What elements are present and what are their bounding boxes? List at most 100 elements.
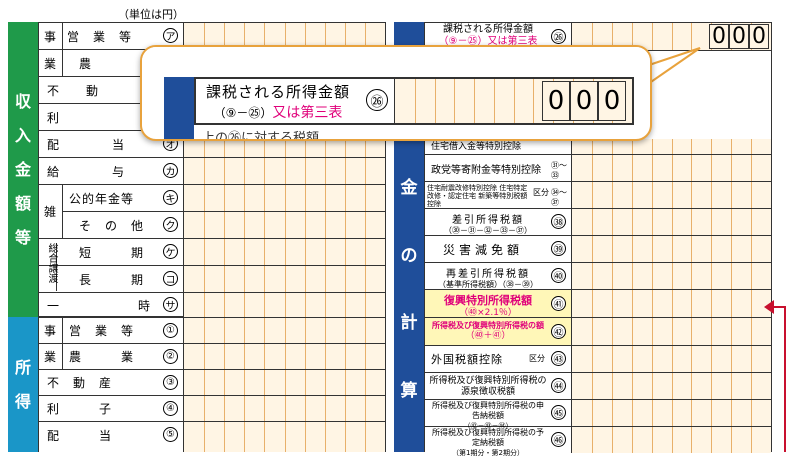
- zoom-callout: 課税される所得金額 （⑨－㉕）又は第三表 ㉖ 0 0 0 上の㉖に対する税額: [140, 45, 652, 141]
- cell-divider: [711, 155, 713, 181]
- amount-field[interactable]: [571, 263, 771, 289]
- cell-divider: [244, 266, 246, 292]
- row-label: 営 業 等: [69, 324, 135, 338]
- cell-divider: [244, 396, 246, 421]
- row-code: サ: [163, 297, 178, 312]
- amount-field[interactable]: [571, 182, 771, 208]
- amount-field[interactable]: [571, 139, 771, 154]
- amount-field[interactable]: [571, 346, 771, 372]
- cat-char: 金: [400, 178, 418, 199]
- cell-divider: [284, 158, 286, 184]
- row-label: 外国税額控除: [431, 353, 503, 366]
- cell-divider: [591, 182, 593, 208]
- cell-divider: [751, 155, 753, 181]
- cell-divider: [631, 400, 633, 426]
- table-row: 災害減免額 ㊴: [425, 236, 771, 263]
- cell-divider: [651, 346, 653, 372]
- amount-field[interactable]: [183, 239, 385, 265]
- row-label: 差引所得税額: [452, 215, 524, 226]
- cell-divider: [691, 373, 693, 399]
- amount-field[interactable]: [571, 209, 771, 235]
- table-row: 復興特別所得税額 （㊵×2.1％） ㊶: [425, 290, 771, 318]
- row-label-block: 所得税及び復興特別所得税の予定納税額 （第1期分・第2期分）: [429, 428, 547, 458]
- cell-divider: [304, 293, 306, 317]
- amount-field[interactable]: [571, 427, 771, 453]
- amount-field[interactable]: [183, 212, 385, 238]
- row-code: ㊸: [551, 351, 566, 366]
- digit-cell: 0: [729, 24, 749, 49]
- cell-divider: [324, 185, 326, 211]
- row-code: ㊶: [551, 296, 566, 311]
- cell-divider: [244, 318, 246, 343]
- amount-field[interactable]: [183, 422, 385, 452]
- cell-divider: [204, 185, 206, 211]
- amount-field[interactable]: [183, 185, 385, 211]
- row-label: 復興特別所得税額: [444, 294, 532, 307]
- cell-divider: [731, 155, 733, 181]
- amount-field[interactable]: [183, 266, 385, 292]
- cell-divider: [244, 158, 246, 184]
- row-label: 農 業: [69, 350, 135, 364]
- amount-field[interactable]: [571, 400, 771, 426]
- amount-field[interactable]: [183, 370, 385, 395]
- amount-field[interactable]: [571, 373, 771, 399]
- row-label: 公的年金等: [69, 191, 135, 206]
- table-row: 差引所得税額 （㉚－㉛－㉜－㉝－㊲） ㊳: [425, 209, 771, 236]
- income-category: 所 得: [8, 317, 38, 452]
- cell-divider: [751, 427, 753, 453]
- cell-divider: [414, 79, 416, 123]
- cat-char: 得: [14, 391, 31, 411]
- table-row: 業 農 業 ②: [39, 344, 385, 370]
- cell-divider: [324, 370, 326, 395]
- cell-divider: [364, 344, 366, 369]
- cell-divider: [224, 293, 226, 317]
- cell-divider: [671, 318, 673, 345]
- cell-divider: [631, 155, 633, 181]
- cell-divider: [264, 396, 266, 421]
- cell-divider: [711, 236, 713, 262]
- amount-field[interactable]: [571, 236, 771, 262]
- cell-divider: [224, 239, 226, 265]
- row-label: そ の 他: [79, 218, 145, 233]
- cell-divider: [711, 318, 713, 345]
- row-label: 災害減免額: [443, 242, 524, 257]
- cat-char: の: [400, 245, 418, 266]
- cell-divider: [264, 239, 266, 265]
- amount-field[interactable]: [571, 155, 771, 181]
- cell-divider: [344, 293, 346, 317]
- amount-field[interactable]: [183, 344, 385, 369]
- cell-divider: [651, 236, 653, 262]
- cell-divider: [204, 293, 206, 317]
- table-row: そ の 他 ク: [39, 212, 385, 239]
- amount-field[interactable]: [183, 396, 385, 421]
- row-label-block: 差引所得税額 （㉚－㉛－㉜－㉝－㊲）: [429, 211, 547, 236]
- cell-divider: [284, 266, 286, 292]
- row-label: 長 期: [79, 272, 145, 287]
- cell-divider: [691, 209, 693, 235]
- row-code: コ: [163, 271, 178, 286]
- amount-field[interactable]: [183, 293, 385, 317]
- cell-divider: [711, 427, 713, 453]
- cell-divider: [344, 266, 346, 292]
- row-label-block: 所得税及び復興特別所得税の額 （㊵＋㊶）: [427, 320, 549, 341]
- cell-divider: [224, 185, 226, 211]
- cell-divider: [751, 139, 753, 154]
- amount-field[interactable]: [571, 318, 771, 345]
- row-code: ㊳: [551, 214, 566, 229]
- amount-field[interactable]: [183, 318, 385, 343]
- cell-divider: [324, 344, 326, 369]
- cell-divider: [533, 79, 535, 123]
- row-code: ㊷: [551, 324, 566, 339]
- cell-divider: [324, 158, 326, 184]
- amount-field[interactable]: [571, 290, 771, 317]
- row-label: 営 業 等: [67, 29, 133, 44]
- cell-divider: [611, 139, 613, 154]
- row-sub: 事: [39, 318, 63, 343]
- amount-field[interactable]: [183, 158, 385, 184]
- row-label: 所得税及び復興特別所得税の額: [432, 321, 544, 330]
- cell-divider: [304, 344, 306, 369]
- cell-divider: [611, 373, 613, 399]
- table-row: 所得税及び復興特別所得税の源泉徴収税額 ㊹: [425, 373, 771, 400]
- cell-divider: [731, 139, 733, 154]
- cell-divider: [204, 370, 206, 395]
